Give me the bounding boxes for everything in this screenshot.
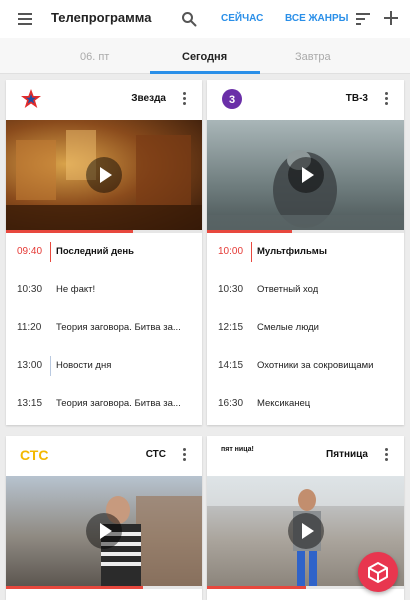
- play-icon[interactable]: [86, 513, 122, 549]
- more-options-icon[interactable]: [183, 448, 187, 462]
- program-title: Теория заговора. Битва за...: [56, 322, 181, 333]
- tab-prev-day[interactable]: 06. пт: [80, 51, 109, 63]
- divider: [50, 356, 51, 376]
- channel-name: Звезда: [131, 93, 166, 104]
- now-marker: [50, 242, 51, 262]
- more-options-icon[interactable]: [385, 92, 389, 106]
- progress-fill: [6, 586, 144, 589]
- app-bar: Телепрограмма СЕЙЧАС ВСЕ ЖАНРЫ: [0, 0, 410, 38]
- program-title: Теория заговора. Битва за...: [56, 398, 181, 409]
- channel-name: Пятница: [326, 449, 368, 460]
- list-item[interactable]: 14:15 Охотники за сокровищами: [207, 347, 404, 385]
- zvezda-star-logo: [21, 89, 41, 108]
- all-genres-button[interactable]: ВСЕ ЖАНРЫ: [285, 13, 348, 24]
- channel-name: СТС: [145, 449, 166, 460]
- search-icon[interactable]: [181, 11, 197, 27]
- ctc-logo: СТС: [20, 447, 49, 463]
- program-title: Мультфильмы: [257, 246, 327, 257]
- program-time: 16:30: [218, 398, 244, 409]
- program-title: Новости дня: [56, 360, 112, 371]
- program-title: Смелые люди: [257, 322, 319, 333]
- list-item[interactable]: 09:40 Последний день: [6, 233, 202, 271]
- program-time: 13:15: [17, 398, 43, 409]
- program-thumbnail[interactable]: [207, 120, 404, 230]
- list-item[interactable]: 10:00 Мультфильмы: [207, 233, 404, 271]
- app-title: Телепрограмма: [51, 10, 152, 25]
- program-list: 09:40 Последний день 10:30 Не факт! 11:2…: [6, 233, 202, 423]
- program-time: 09:40: [17, 246, 43, 257]
- now-button[interactable]: СЕЙЧАС: [221, 13, 263, 24]
- now-marker: [251, 242, 252, 262]
- list-item[interactable]: 10:30 Ответный ход: [207, 271, 404, 309]
- program-time: 13:00: [17, 360, 43, 371]
- program-time: 10:30: [17, 284, 43, 295]
- channel-card-ctc[interactable]: СТС СТС: [6, 436, 202, 600]
- sort-icon[interactable]: [356, 13, 370, 25]
- more-options-icon[interactable]: [385, 448, 389, 462]
- tv3-logo: 3: [222, 89, 242, 109]
- program-title: Не факт!: [56, 284, 96, 295]
- play-icon[interactable]: [86, 157, 122, 193]
- program-time: 14:15: [218, 360, 244, 371]
- program-time: 10:30: [218, 284, 244, 295]
- channel-card-zvezda[interactable]: Звезда 09:40 Последний день 10:30 Не фак…: [6, 80, 202, 425]
- program-time: 11:20: [17, 322, 42, 333]
- program-list: 10:00 Мультфильмы 10:30 Ответный ход 12:…: [207, 233, 404, 423]
- program-thumbnail[interactable]: [6, 120, 202, 230]
- list-item[interactable]: 16:30 Мексиканец: [207, 385, 404, 423]
- list-item[interactable]: 13:00 Новости дня: [6, 347, 202, 385]
- list-item[interactable]: 11:20 Теория заговора. Битва за...: [6, 309, 202, 347]
- box-3d-icon: [368, 562, 388, 583]
- date-tabs: 06. пт Сегодня Завтра: [0, 38, 410, 74]
- list-item[interactable]: 12:15 Смелые люди: [207, 309, 404, 347]
- play-icon[interactable]: [287, 157, 324, 193]
- program-time: 10:00: [218, 246, 244, 257]
- list-item[interactable]: 10:30 Не факт!: [6, 271, 202, 309]
- program-title: Мексиканец: [257, 398, 311, 409]
- play-icon[interactable]: [287, 513, 324, 549]
- program-title: Охотники за сокровищами: [257, 360, 374, 371]
- tab-tomorrow[interactable]: Завтра: [295, 51, 331, 63]
- list-item[interactable]: 13:15 Теория заговора. Битва за...: [6, 385, 202, 423]
- program-thumbnail[interactable]: [6, 476, 202, 586]
- channel-header: 3 ТВ-3: [207, 80, 404, 120]
- pyatnica-logo: пят ница!: [221, 446, 254, 453]
- svg-text:3: 3: [229, 94, 235, 106]
- channel-header: Звезда: [6, 80, 202, 120]
- add-icon[interactable]: [382, 9, 400, 27]
- channel-name: ТВ-3: [345, 93, 368, 104]
- tab-today[interactable]: Сегодня: [182, 51, 227, 63]
- more-options-icon[interactable]: [183, 92, 187, 106]
- tab-indicator: [150, 71, 260, 74]
- channel-header: пят ница! Пятница: [207, 436, 404, 476]
- channel-header: СТС СТС: [6, 436, 202, 476]
- fab-button[interactable]: [358, 552, 398, 592]
- program-title: Ответный ход: [257, 284, 319, 295]
- channel-card-tv3[interactable]: 3 ТВ-3 10:00 Мультфильмы 10:30 Ответный …: [207, 80, 404, 425]
- program-title: Последний день: [56, 246, 134, 257]
- program-time: 12:15: [218, 322, 244, 333]
- progress-fill: [207, 586, 306, 589]
- progress-bar: [6, 586, 202, 589]
- menu-icon[interactable]: [18, 13, 32, 25]
